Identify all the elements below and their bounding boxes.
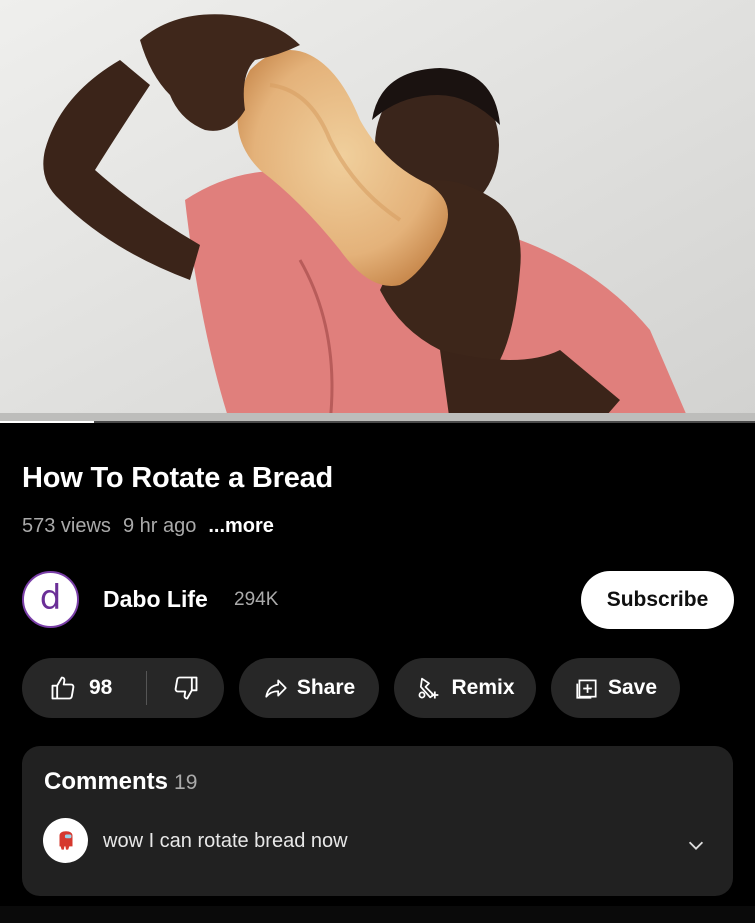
share-arrow-icon bbox=[265, 679, 287, 698]
commenter-figure-icon bbox=[59, 830, 72, 850]
video-player[interactable] bbox=[0, 0, 755, 423]
channel-avatar[interactable]: d bbox=[22, 571, 79, 628]
remix-icon bbox=[419, 677, 439, 699]
thumbs-up-icon bbox=[51, 676, 75, 700]
commenter-avatar-icon[interactable] bbox=[43, 818, 88, 863]
remix-button[interactable]: Remix bbox=[394, 658, 536, 718]
more-link[interactable]: ...more bbox=[208, 515, 274, 538]
like-count: 98 bbox=[89, 676, 113, 699]
comments-count: 19 bbox=[174, 771, 198, 794]
video-title: How To Rotate a Bread bbox=[22, 462, 334, 494]
top-comment-text: wow I can rotate bread now bbox=[103, 830, 348, 852]
video-meta[interactable]: 573 views 9 hr ago ...more bbox=[22, 515, 274, 538]
remix-label: Remix bbox=[451, 676, 515, 699]
like-dislike-group: 98 bbox=[22, 658, 224, 718]
channel-avatar-letter: d bbox=[39, 577, 62, 618]
thumbs-down-icon bbox=[174, 676, 197, 700]
comments-header: Comments 19 bbox=[44, 768, 197, 796]
share-label: Share bbox=[296, 676, 356, 699]
bottom-strip bbox=[0, 906, 755, 923]
chevron-down-icon[interactable] bbox=[685, 834, 707, 856]
video-progress-fill bbox=[0, 421, 95, 423]
share-button[interactable]: Share bbox=[239, 658, 379, 718]
upload-age: 9 hr ago bbox=[122, 515, 197, 537]
save-button[interactable]: Save bbox=[551, 658, 680, 718]
subscribe-button[interactable]: Subscribe bbox=[581, 571, 734, 629]
save-playlist-icon bbox=[576, 679, 597, 699]
subscriber-count: 294K bbox=[234, 589, 279, 610]
save-label: Save bbox=[607, 676, 658, 699]
comments-label: Comments bbox=[44, 768, 169, 795]
channel-name[interactable]: Dabo Life bbox=[103, 586, 208, 613]
comments-card[interactable]: Comments 19 wow I can rotate bread now bbox=[22, 746, 733, 896]
video-frame-image bbox=[0, 0, 755, 423]
like-button[interactable]: 98 bbox=[22, 658, 146, 718]
channel-row: d Dabo Life 294K Subscribe bbox=[22, 571, 734, 631]
dislike-button[interactable] bbox=[147, 658, 224, 718]
video-progress-bar[interactable] bbox=[0, 421, 755, 423]
view-count: 573 views bbox=[22, 515, 111, 537]
